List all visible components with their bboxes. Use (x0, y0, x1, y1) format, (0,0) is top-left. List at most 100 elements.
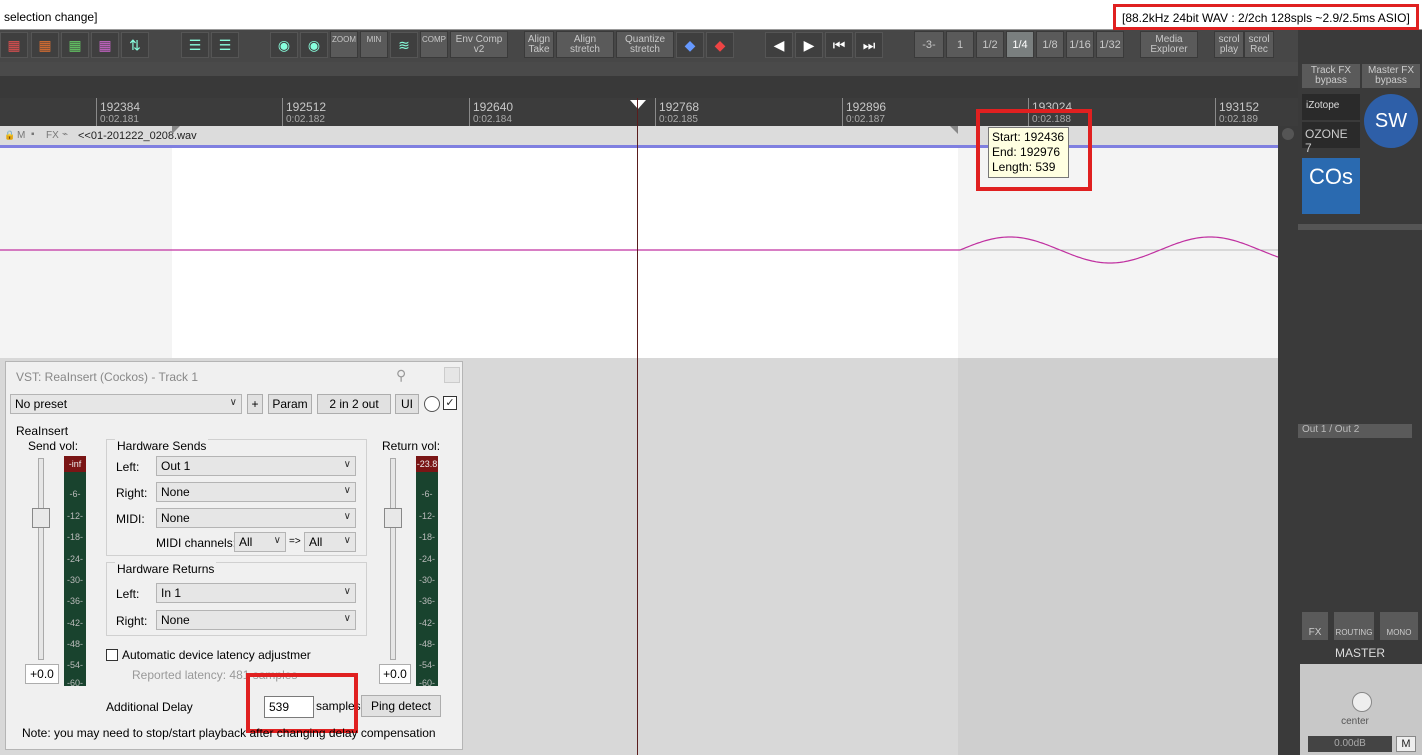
plugin-name: ReaInsert (16, 424, 69, 438)
quantize-stretch-button[interactable]: Quantize stretch (616, 31, 674, 58)
main-toolbar: ▦ ▦ ▦ ▦ ⇅ ☰ ☰ ◉ ◉ ZOOM MIN ≋ COMP Env Co… (0, 30, 1300, 62)
grid-1-4[interactable]: 1/4 (1006, 31, 1034, 58)
fade-in-handle[interactable] (172, 126, 180, 134)
random-color-icon[interactable]: ▦ (31, 32, 59, 58)
sends-right-select[interactable]: None ∨ (156, 482, 356, 502)
meter-tick: -18- (418, 532, 435, 542)
meter-tick: -54- (418, 660, 435, 670)
sort-icon[interactable]: ⇅ (121, 32, 149, 58)
grid-1-32[interactable]: 1/32 (1096, 31, 1124, 58)
lock-icon[interactable]: 🔒 (4, 130, 15, 141)
sw-plugin[interactable]: SW (1364, 94, 1418, 148)
min-button[interactable]: MIN (360, 31, 388, 58)
mute-icon[interactable]: M (17, 130, 25, 141)
timeline-ruler[interactable]: 192384 0:02.181 192512 0:02.182 192640 0… (0, 98, 1298, 126)
split-icon[interactable]: ☰ (181, 32, 209, 58)
param-button[interactable]: Param (268, 394, 312, 414)
fx-icon[interactable]: FX (46, 130, 59, 141)
return-fader-knob[interactable] (384, 508, 402, 528)
ping-detect-button[interactable]: Ping detect (361, 695, 441, 717)
envelope-list-icon[interactable]: ◉ (300, 32, 328, 58)
close-icon[interactable] (444, 367, 460, 383)
env-comp-button[interactable]: Env Comp v2 (450, 31, 508, 58)
ui-button[interactable]: UI (395, 394, 419, 414)
ozone-plugin[interactable]: OZONE 7 (1302, 122, 1360, 155)
auto-latency-checkbox[interactable] (106, 649, 118, 661)
color-items-icon[interactable]: ▦ (61, 32, 89, 58)
cos-plugin[interactable]: COs (1302, 158, 1360, 214)
output-routing[interactable]: Out 1 / Out 2 (1298, 424, 1412, 438)
meter-tick: -24- (418, 554, 435, 564)
rewind-icon[interactable]: ◀ (765, 32, 793, 58)
return-vol-value[interactable]: +0.0 (379, 664, 411, 684)
play-icon[interactable]: ▶ (795, 32, 823, 58)
edit-cursor-marker[interactable] (630, 100, 646, 109)
master-mute-button[interactable]: M (1396, 736, 1416, 752)
meter-tick: -60- (66, 678, 83, 688)
returns-left-select[interactable]: In 1 ∨ (156, 583, 356, 603)
palette-icon[interactable]: ▦ (91, 32, 119, 58)
ruler-time: 0:02.184 (473, 114, 512, 125)
pin-icon[interactable]: ⚲ (396, 367, 406, 384)
scroll-play-button[interactable]: scrol play (1214, 31, 1244, 58)
ruler-label: 192768 (659, 100, 700, 114)
stretch-marker-icon[interactable]: ◆ (676, 32, 704, 58)
master-volume[interactable]: 0.00dB (1308, 736, 1392, 752)
sends-left-select[interactable]: Out 1 ∨ (156, 456, 356, 476)
group-icon[interactable]: ☰ (211, 32, 239, 58)
meter-tick: -6- (421, 489, 433, 499)
remove-stretch-icon[interactable]: ◆ (706, 32, 734, 58)
selection-tooltip: Start: 192436 End: 192976 Length: 539 (988, 127, 1069, 178)
izotope-plugin[interactable]: iZotope (1302, 94, 1360, 120)
return-vol-label: Return vol: (382, 439, 441, 453)
mono-button[interactable]: MONO (1380, 612, 1418, 640)
master-fx-bypass-button[interactable]: Master FX bypass (1362, 64, 1420, 88)
grid-1-8[interactable]: 1/8 (1036, 31, 1064, 58)
align-take-button[interactable]: Align Take (524, 31, 554, 58)
prev-marker-icon[interactable]: ⏮ (825, 32, 853, 58)
preset-select[interactable]: No preset ∨ (10, 394, 242, 414)
grid-triplet[interactable]: -3- (914, 31, 944, 58)
envelope-icon[interactable]: ≋ (390, 32, 418, 58)
midi-channel-to-select[interactable]: All ∨ (304, 532, 356, 552)
send-vol-label: Send vol: (28, 439, 79, 453)
meter-tick: -48- (66, 639, 83, 649)
returns-right-select[interactable]: None ∨ (156, 610, 356, 630)
envelope-icon[interactable]: ⌁ (62, 129, 68, 140)
delay-highlight (246, 673, 358, 733)
envelope-eye-icon[interactable]: ◉ (270, 32, 298, 58)
ruler-time: 0:02.185 (659, 114, 698, 125)
zoom-button[interactable]: ZOOM (330, 31, 358, 58)
routing-button[interactable]: ROUTING (1334, 612, 1374, 640)
scroll-rec-button[interactable]: scrol Rec (1244, 31, 1274, 58)
sends-left-label: Left: (116, 460, 140, 474)
vertical-scrollbar[interactable] (1278, 126, 1298, 755)
align-stretch-button[interactable]: Align stretch (556, 31, 614, 58)
fx-button[interactable]: FX (1302, 612, 1328, 640)
color-icon[interactable]: ▦ (0, 32, 28, 58)
grid-1[interactable]: 1 (946, 31, 974, 58)
add-preset-button[interactable]: + (247, 394, 263, 414)
media-explorer-button[interactable]: Media Explorer (1140, 31, 1198, 58)
send-fader-knob[interactable] (32, 508, 50, 528)
next-marker-icon[interactable]: ⏭ (855, 32, 883, 58)
pan-knob[interactable] (1352, 692, 1372, 712)
ruler-time: 0:02.181 (100, 114, 139, 125)
scroll-up-icon[interactable] (1282, 128, 1294, 140)
pan-value: center (1341, 716, 1369, 727)
fade-out-handle[interactable] (950, 126, 958, 134)
comment-icon[interactable]: ▪ (31, 129, 35, 140)
bypass-checkbox[interactable]: ✓ (443, 396, 457, 410)
midi-channel-from-select[interactable]: All ∨ (234, 532, 286, 552)
grid-1-16[interactable]: 1/16 (1066, 31, 1094, 58)
io-button[interactable]: 2 in 2 out (317, 394, 391, 414)
track-fx-bypass-button[interactable]: Track FX bypass (1302, 64, 1360, 88)
region-lane (0, 76, 1298, 98)
chevron-down-icon: ∨ (343, 613, 351, 624)
wet-knob[interactable] (424, 396, 440, 412)
sends-midi-select[interactable]: None ∨ (156, 508, 356, 528)
grid-1-2[interactable]: 1/2 (976, 31, 1004, 58)
comp-button[interactable]: COMP (420, 31, 448, 58)
chevron-down-icon: ∨ (343, 586, 351, 597)
send-vol-value[interactable]: +0.0 (25, 664, 59, 684)
